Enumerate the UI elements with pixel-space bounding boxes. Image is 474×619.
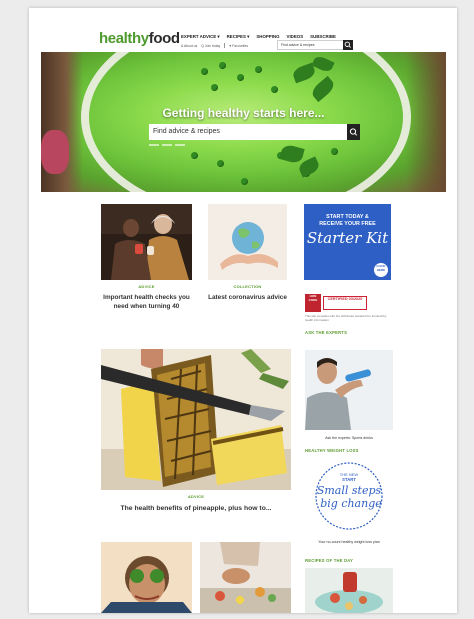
- card-image-pineapple[interactable]: [101, 349, 291, 490]
- sub-nav: A About us Q Join today ♥ Favourites: [181, 43, 248, 48]
- small-steps-title-1: Small steps: [317, 484, 382, 497]
- header-search-button[interactable]: [343, 40, 353, 50]
- ask-experts-label: ASK THE EXPERTS: [305, 330, 348, 335]
- card-title[interactable]: Latest coronavirus advice: [208, 294, 287, 303]
- pea: [217, 160, 224, 167]
- hero-banner: Getting healthy starts here... Find advi…: [41, 52, 446, 192]
- subnav-divider: [224, 43, 226, 48]
- recipes-of-day-label: RECIPES OF THE DAY: [305, 558, 354, 563]
- ask-experts-caption[interactable]: Ask the experts: Sports drinks: [305, 436, 393, 441]
- subnav-about[interactable]: A About us: [181, 44, 197, 48]
- card-title[interactable]: Important health checks you need when tu…: [101, 294, 192, 311]
- hero-title: Getting healthy starts here...: [162, 106, 325, 120]
- card-image-health-checks[interactable]: [101, 204, 192, 280]
- quick-link[interactable]: [162, 144, 172, 146]
- promo-starter-kit: Starter Kit: [306, 229, 389, 247]
- nav-expert-advice[interactable]: EXPERT ADVICE ▾: [181, 34, 220, 40]
- card-tag: ADVICE: [138, 284, 155, 289]
- quick-link[interactable]: [175, 144, 185, 146]
- weight-loss-label: HEALTHY WEIGHT LOSS: [305, 448, 359, 453]
- pea: [211, 84, 218, 91]
- certified-text: This site complies with the HONcode stan…: [305, 314, 387, 322]
- pea: [331, 148, 338, 155]
- hero-quick-links: [149, 144, 185, 146]
- pea: [219, 62, 226, 69]
- logo-healthy: healthy: [99, 30, 149, 47]
- weight-loss-caption[interactable]: Your no-count healthy weight loss plan: [305, 540, 393, 545]
- promo-click-badge[interactable]: CLICK HERE: [374, 263, 388, 277]
- hero-search-button[interactable]: [347, 124, 360, 140]
- small-steps-graphic: THE NEW START Small steps big change: [315, 462, 383, 530]
- hero-bowl: [81, 52, 411, 192]
- pea: [241, 178, 248, 185]
- search-icon: [344, 41, 351, 48]
- cooking-image: [200, 542, 291, 613]
- hero-table-right: [406, 52, 446, 192]
- search-icon: [349, 128, 358, 136]
- man-drinking-image: [305, 350, 393, 430]
- starter-kit-promo[interactable]: START TODAY & RECEIVE YOUR FREE Starter …: [304, 204, 391, 280]
- card-title[interactable]: The health benefits of pineapple, plus h…: [101, 505, 291, 514]
- header-search-input[interactable]: Find advice & recipes: [277, 40, 351, 50]
- certified-badge[interactable]: CERTIFIED 03/2020: [323, 296, 367, 310]
- pineapple-image: [101, 349, 291, 490]
- small-steps-promo[interactable]: THE NEW START Small steps big change: [305, 456, 393, 540]
- hero-search-input[interactable]: Find advice & recipes: [149, 124, 349, 140]
- pea: [255, 66, 262, 73]
- logo-food: food: [148, 30, 180, 47]
- page: healthyfood EXPERT ADVICE ▾ RECIPES ▾ SH…: [29, 8, 457, 613]
- child-broccoli-image: [101, 542, 192, 613]
- card-tag: ADVICE: [187, 494, 205, 499]
- small-steps-kicker-2: START: [342, 477, 356, 482]
- nav-recipes[interactable]: RECIPES ▾: [227, 34, 250, 40]
- site-logo[interactable]: healthyfood: [99, 30, 180, 47]
- card-image-coronavirus[interactable]: [208, 204, 287, 280]
- honcode-logo[interactable]: HON CODE: [305, 294, 321, 312]
- pea: [191, 152, 198, 159]
- card-image-child[interactable]: [101, 542, 192, 613]
- card-image-cooking[interactable]: [200, 542, 291, 613]
- small-steps-title-2: big change: [320, 497, 382, 510]
- quick-link[interactable]: [149, 144, 159, 146]
- subnav-join[interactable]: Q Join today: [201, 44, 220, 48]
- recipe-dish-image: [305, 568, 393, 613]
- pea: [271, 86, 278, 93]
- promo-line-1: START TODAY &: [326, 214, 369, 220]
- recipe-image[interactable]: [305, 568, 393, 613]
- hero-beetroot: [41, 130, 69, 174]
- subnav-favourites[interactable]: ♥ Favourites: [229, 44, 248, 48]
- card-tag: COLLECTION: [233, 284, 262, 289]
- promo-line-2: RECEIVE YOUR FREE: [319, 221, 376, 227]
- pea: [201, 68, 208, 75]
- globe-in-hands-image: [208, 204, 287, 280]
- older-couple-image: [101, 204, 192, 280]
- site-header: healthyfood EXPERT ADVICE ▾ RECIPES ▾ SH…: [29, 8, 457, 52]
- pea: [237, 74, 244, 81]
- sports-drink-image[interactable]: [305, 350, 393, 430]
